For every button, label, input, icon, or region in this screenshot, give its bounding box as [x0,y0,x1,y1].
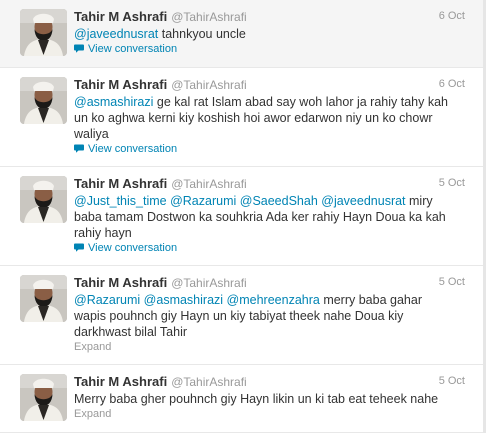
tweet-item[interactable]: Tahir M Ashrafi @TahirAshrafi 6 Oct @javeed… [0,0,486,68]
tweet-text-segment: baba tamam Dostwon ka souhkria Ada ker r… [74,210,446,224]
tweet-timestamp[interactable]: 5 Oct [439,177,465,189]
avatar[interactable] [20,374,67,421]
expand-link[interactable]: Expand [74,408,111,420]
tweet-text-line: Merry baba gher pouhnch giy Hayn likin u… [74,391,474,407]
tweet-text-segment: merry baba gahar [319,293,422,307]
tweet-text-line: @Just_this_time @Razarumi @SaeedShah @ja… [74,193,474,209]
tweet-timestamp[interactable]: 6 Oct [439,78,465,90]
mention-link[interactable]: @Razarumi [74,293,140,307]
tweet-text-segment: waliya [74,127,109,141]
tweet-text-line: @asmashirazi ge kal rat Islam abad say w… [74,94,474,110]
tweet-header: Tahir M Ashrafi @TahirAshrafi [74,8,247,26]
tweet-text-line: baba tamam Dostwon ka souhkria Ada ker r… [74,209,474,225]
tweet-text-segment: darkhwast bilal Tahir [74,325,188,339]
tweet-timestamp[interactable]: 5 Oct [439,375,465,387]
speech-bubble-icon [74,44,84,53]
mention-link[interactable]: @SaeedShah [240,194,318,208]
tweet-text-segment: wapis pouhnch giy Hayn un kiy tabiyat th… [74,309,404,323]
avatar[interactable] [20,275,67,322]
tweet-fullname[interactable]: Tahir M Ashrafi [74,275,167,290]
mention-link[interactable]: @mehreenzahra [227,293,320,307]
tweet-text-line: darkhwast bilal Tahir [74,324,474,340]
tweet-item[interactable]: Tahir M Ashrafi @TahirAshrafi 5 Oct Merry b… [0,365,486,433]
view-conversation-link[interactable]: View conversation [74,143,177,155]
tweet-handle[interactable]: @TahirAshrafi [171,10,247,24]
expand-link[interactable]: Expand [74,341,111,353]
tweet-header: Tahir M Ashrafi @TahirAshrafi [74,274,247,292]
tweet-text: @javeednusrat tahnkyou uncle [74,26,474,42]
tweet-action-label: View conversation [88,242,178,254]
tweet-text-segment: miry [405,194,433,208]
tweet-action-label: View conversation [88,143,178,155]
tweet-header: Tahir M Ashrafi @TahirAshrafi [74,175,247,193]
avatar[interactable] [20,9,67,56]
tweet-action-label: View conversation [88,43,178,55]
tweet-action-label: Expand [74,408,112,420]
mention-link[interactable]: @javeednusrat [74,27,158,41]
tweet-item[interactable]: Tahir M Ashrafi @TahirAshrafi 5 Oct @Just_t… [0,167,486,266]
tweet-item[interactable]: Tahir M Ashrafi @TahirAshrafi 6 Oct @asmash… [0,68,486,167]
tweet-text-segment: Merry baba gher pouhnch giy Hayn likin u… [74,392,439,406]
mention-link[interactable]: @Razarumi [170,194,236,208]
tweet-text-line: wapis pouhnch giy Hayn un kiy tabiyat th… [74,308,474,324]
tweet-header: Tahir M Ashrafi @TahirAshrafi [74,76,247,94]
mention-link[interactable]: @javeednusrat [321,194,405,208]
tweet-timestamp[interactable]: 5 Oct [439,276,465,288]
tweet-text: @Just_this_time @Razarumi @SaeedShah @ja… [74,193,474,241]
tweet-timestamp[interactable]: 6 Oct [439,10,465,22]
avatar[interactable] [20,176,67,223]
mention-link[interactable]: @asmashirazi [74,95,153,109]
tweet-handle[interactable]: @TahirAshrafi [171,276,247,290]
tweet-fullname[interactable]: Tahir M Ashrafi [74,77,167,92]
tweet-text: Merry baba gher pouhnch giy Hayn likin u… [74,391,474,407]
tweet-fullname[interactable]: Tahir M Ashrafi [74,374,167,389]
tweet-text-line: un ko aghwa kerni kiy koshish hoi awor e… [74,110,474,126]
tweet-text-segment: ge kal rat Islam abad say woh lahor ja r… [153,95,448,109]
tweet-text: @Razarumi @asmashirazi @mehreenzahra mer… [74,292,474,340]
speech-bubble-icon [74,144,84,153]
view-conversation-link[interactable]: View conversation [74,242,177,254]
tweet-text-segment: rahiy hayn [74,226,132,240]
mention-link[interactable]: @Just_this_time [74,194,167,208]
tweet-fullname[interactable]: Tahir M Ashrafi [74,176,167,191]
tweet-text-line: @Razarumi @asmashirazi @mehreenzahra mer… [74,292,474,308]
tweet-handle[interactable]: @TahirAshrafi [171,375,247,389]
tweet-text-line: rahiy hayn [74,225,474,241]
tweet-text: @asmashirazi ge kal rat Islam abad say w… [74,94,474,142]
tweet-handle[interactable]: @TahirAshrafi [171,78,247,92]
avatar[interactable] [20,77,67,124]
view-conversation-link[interactable]: View conversation [74,43,177,55]
mention-link[interactable]: @asmashirazi [144,293,223,307]
tweet-text-line: waliya [74,126,474,142]
tweet-text-line: @javeednusrat tahnkyou uncle [74,26,474,42]
tweet-header: Tahir M Ashrafi @TahirAshrafi [74,373,247,391]
tweet-item[interactable]: Tahir M Ashrafi @TahirAshrafi 5 Oct @Razaru… [0,266,486,365]
speech-bubble-icon [74,243,84,252]
tweet-handle[interactable]: @TahirAshrafi [171,177,247,191]
tweet-fullname[interactable]: Tahir M Ashrafi [74,9,167,24]
tweet-action-label: Expand [74,341,112,353]
tweet-text-segment: un ko aghwa kerni kiy koshish hoi awor e… [74,111,433,125]
tweet-text-segment: tahnkyou uncle [158,27,246,41]
tweet-timeline: Tahir M Ashrafi @TahirAshrafi 6 Oct @javeed… [0,0,486,433]
